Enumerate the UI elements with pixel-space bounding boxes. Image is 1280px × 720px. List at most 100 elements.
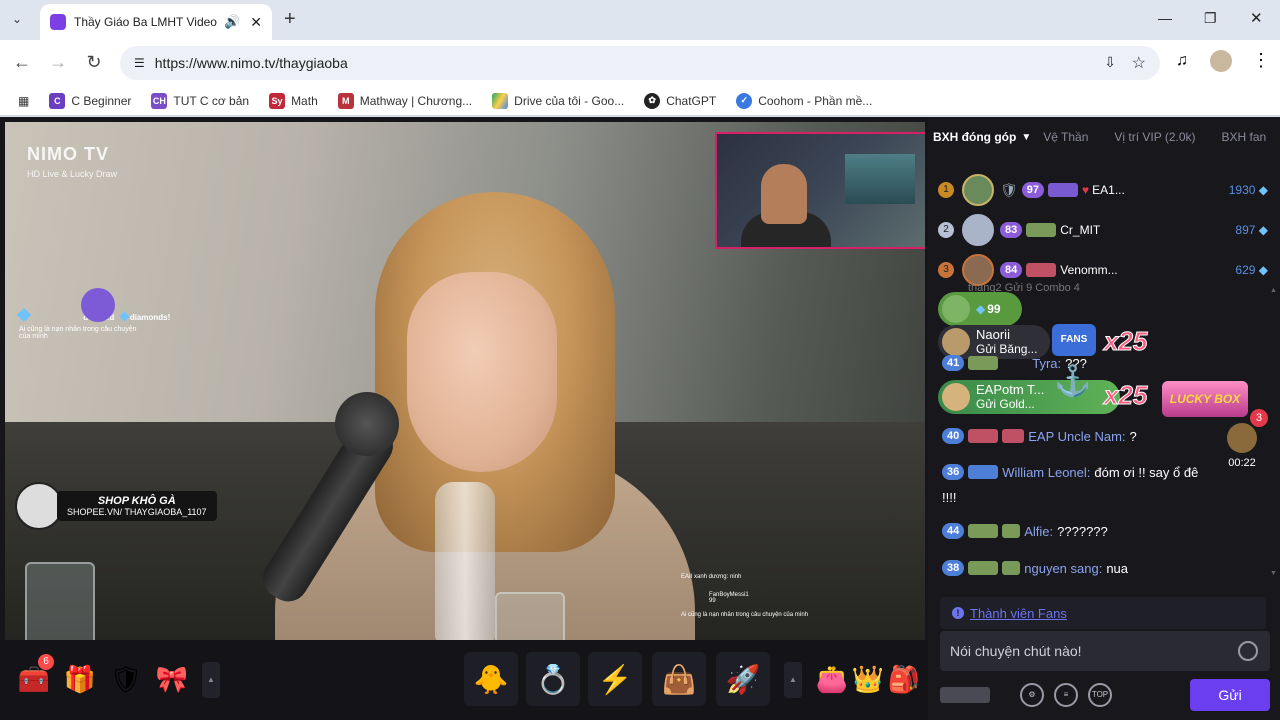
purple-gift-button[interactable]: 🎀 xyxy=(150,657,194,701)
bookmark-label: Math xyxy=(291,93,318,108)
video-player[interactable]: NIMO TV HD Live & Lucky Draw donated dia… xyxy=(5,122,925,640)
gift-rocket[interactable]: 🚀 xyxy=(716,652,770,706)
chat-input[interactable]: Nói chuyện chút nào! xyxy=(940,631,1270,671)
shield-badge-button[interactable]: 🛡 xyxy=(104,657,148,701)
gift-handbag[interactable]: 👜 xyxy=(652,652,706,706)
reload-icon[interactable]: ↻ xyxy=(82,52,106,73)
browser-toolbar: ← → ↻ ☰ https://www.nimo.tv/thaygiaoba ⇩… xyxy=(0,40,1280,86)
install-app-icon[interactable]: ⇩ xyxy=(1104,54,1116,71)
gift-ring[interactable]: 💍 xyxy=(526,652,580,706)
close-tab-icon[interactable]: ✕ xyxy=(250,14,262,31)
chat-username[interactable]: EAP Uncle Nam: xyxy=(1028,429,1125,444)
settings-gear-icon[interactable]: ⚙ xyxy=(1020,683,1044,707)
scroll-down-icon[interactable]: ▼ xyxy=(1270,570,1277,577)
combo-text: Naorii Gửi Băng... xyxy=(976,328,1038,357)
media-control-icon[interactable]: ♫ xyxy=(1176,52,1188,70)
lucky-box-button[interactable]: LUCKY BOX xyxy=(1162,381,1248,417)
backpack-icon[interactable]: 🎒 xyxy=(882,657,926,701)
caret-down-icon[interactable]: ▼ xyxy=(1021,132,1031,143)
rank-value: 1930 ◆ xyxy=(1229,183,1268,197)
menu-kebab-icon[interactable]: ⋮ xyxy=(1252,50,1270,71)
gift-pk[interactable]: ⚡ xyxy=(588,652,642,706)
microphone-head xyxy=(335,392,399,456)
glass xyxy=(495,592,565,640)
chat-username[interactable]: William Leonel: xyxy=(1002,465,1090,480)
chat-input-placeholder: Nói chuyện chút nào! xyxy=(950,643,1082,659)
combo-username: EAPotm T... xyxy=(976,382,1045,397)
rank-value: 629 ◆ xyxy=(1235,263,1268,277)
tab-guard[interactable]: Vệ Thần xyxy=(1043,130,1088,144)
tab-fan-ranking[interactable]: BXH fan xyxy=(1222,130,1267,144)
ranking-tabs: BXH đóng góp ▼ Vệ Thần Vị trí VIP (2.0k)… xyxy=(928,117,1280,157)
shop-badge[interactable]: SHOP KHÔ GÀ SHOPEE.VN/ THAYGIAOBA_1107 xyxy=(15,482,217,530)
bookmark-c-beginner[interactable]: C C Beginner xyxy=(49,92,131,109)
combo-banner-eapotm: EAPotm T... Gửi Gold... xyxy=(938,380,1120,414)
user-fan-badge[interactable] xyxy=(940,687,990,703)
send-button[interactable]: Gửi xyxy=(1190,679,1270,711)
close-window-button[interactable]: ✕ xyxy=(1250,9,1263,27)
chest-gift-button[interactable]: 🎁 xyxy=(58,657,102,701)
expand-gifts-icon[interactable]: ▲ xyxy=(784,662,802,698)
rank-number: 1 xyxy=(938,182,954,198)
heart-icon: ♥ xyxy=(1082,183,1090,197)
tab-vip[interactable]: Vị trí VIP (2.0k) xyxy=(1114,130,1195,144)
bookmark-drive[interactable]: Drive của tôi - Goo... xyxy=(492,92,624,109)
new-tab-button[interactable]: + xyxy=(284,8,296,31)
combo-banner-naorii: Naorii Gửi Băng... xyxy=(938,325,1050,359)
fan-badge xyxy=(968,429,999,443)
bookmarks-bar: ▦ C C Beginner CH TUT C cơ bản Sy Math M Mat… xyxy=(0,86,1280,116)
tab-search-icon[interactable]: ⌄ xyxy=(12,12,22,26)
bookmark-math[interactable]: Sy Math xyxy=(269,92,318,109)
shop-box: SHOP KHÔ GÀ SHOPEE.VN/ THAYGIAOBA_1107 xyxy=(57,491,217,521)
combo-gift: Băng... xyxy=(999,342,1038,356)
level-badge: 38 xyxy=(942,560,965,576)
bookmark-star-icon[interactable]: ☆ xyxy=(1132,53,1146,73)
chat-username[interactable]: nguyen sang: xyxy=(1024,561,1102,576)
diamond-icon xyxy=(16,307,32,323)
diamond-icon: ◆ xyxy=(1258,183,1268,197)
avatar xyxy=(942,328,970,356)
bookmark-coohom[interactable]: ✓ Coohom - Phần mề... xyxy=(736,92,872,109)
rank-number: 3 xyxy=(938,262,954,278)
expand-up-icon[interactable]: ▲ xyxy=(202,662,220,698)
bookmark-tut-c[interactable]: CH TUT C cơ bản xyxy=(151,92,249,109)
bookmark-mathway[interactable]: M Mathway | Chương... xyxy=(337,92,472,109)
fan-badge xyxy=(968,465,999,479)
emoji-icon[interactable] xyxy=(1238,641,1258,661)
chat-text: nua xyxy=(1106,560,1129,576)
address-bar[interactable]: ☰ https://www.nimo.tv/thaygiaoba ⇩ ☆ xyxy=(120,46,1160,80)
combo-text: EAPotm T... Gửi Gold... xyxy=(976,382,1045,412)
speaker-icon[interactable]: 🔊 xyxy=(224,14,240,30)
maximize-button[interactable]: ❐ xyxy=(1204,10,1217,27)
tab-contrib-ranking[interactable]: BXH đóng góp xyxy=(933,130,1016,144)
shop-title: SHOP KHÔ GÀ xyxy=(97,495,176,507)
level-badge: 97 xyxy=(1021,182,1045,198)
apps-grid-icon[interactable]: ▦ xyxy=(18,94,29,108)
browser-tabstrip: ⌄ Thầy Giáo Ba LMHT Video P 🔊 ✕ + — ❐ ✕ xyxy=(0,0,1280,40)
timer-box[interactable]: 00:22 xyxy=(1224,423,1260,469)
fan-badge xyxy=(1048,183,1079,197)
gift-duck[interactable]: 🐥 xyxy=(464,652,518,706)
site-settings-icon[interactable]: ☰ xyxy=(134,56,145,70)
chat-scrollbar[interactable]: ▲ ▼ xyxy=(1270,287,1277,577)
top-icon[interactable]: TOP xyxy=(1088,683,1112,707)
back-arrow-icon[interactable]: ← xyxy=(10,52,34,73)
browser-tab[interactable]: Thầy Giáo Ba LMHT Video P 🔊 ✕ xyxy=(40,4,272,40)
streamer-cartoon-avatar xyxy=(15,482,63,530)
minimize-button[interactable]: — xyxy=(1158,10,1172,26)
chat-username[interactable]: Alfie: xyxy=(1024,524,1053,539)
bookmark-chatgpt[interactable]: ✿ ChatGPT xyxy=(644,92,716,109)
ranking-row[interactable]: 1 🛡 97 ♥ EA1... 1930 ◆ xyxy=(938,170,1274,210)
chat-message: 38 nguyen sang: nua xyxy=(942,560,1128,576)
fans-link-label: Thành viên Fans xyxy=(970,605,1067,621)
scroll-up-icon[interactable]: ▲ xyxy=(1270,287,1277,294)
forward-arrow-icon[interactable]: → xyxy=(46,52,70,73)
diamond-icon: ◆ xyxy=(1258,223,1268,237)
combo-action: Gửi xyxy=(976,397,997,411)
shop-url: SHOPEE.VN/ THAYGIAOBA_1107 xyxy=(67,507,207,517)
fan-badge xyxy=(1026,223,1057,237)
profile-avatar[interactable] xyxy=(1210,50,1232,72)
fans-member-link[interactable]: ! Thành viên Fans xyxy=(940,597,1266,629)
barrage-icon[interactable]: ≡ xyxy=(1054,683,1078,707)
ranking-row[interactable]: 2 83 Cr_MIT 897 ◆ xyxy=(938,210,1274,250)
